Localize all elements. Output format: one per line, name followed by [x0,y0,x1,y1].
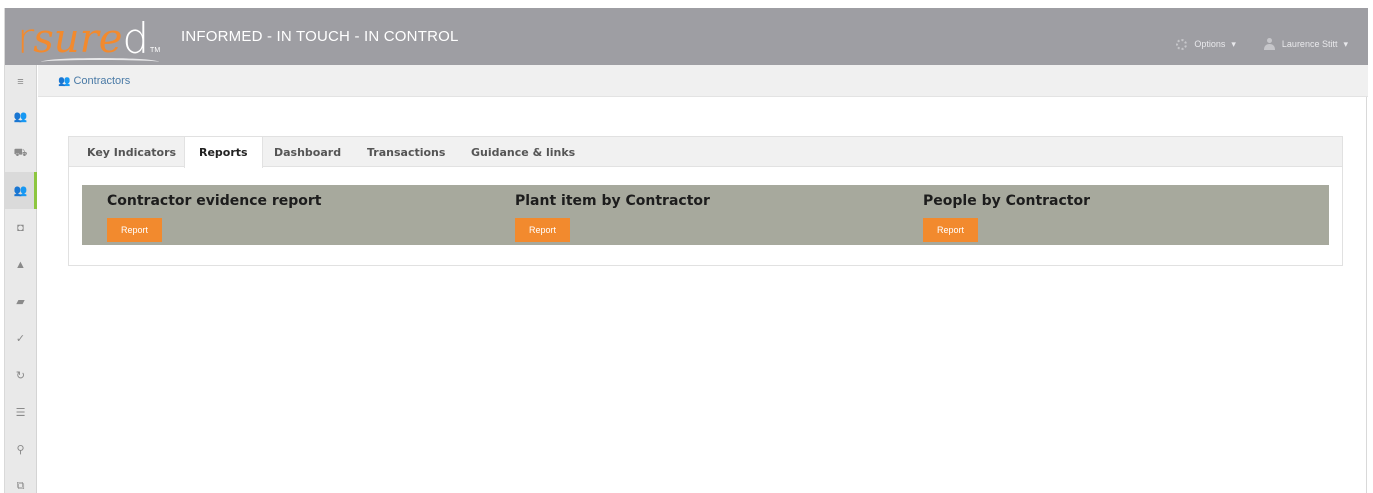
sidebar: ≡ 👥 ⛟ 👥 ◘ ▲ ▰ ✓ ↻ ☰ ⚲ ⧉ [5,65,37,493]
sidebar-item-vehicles[interactable]: ⛟ [5,135,36,172]
user-name: Laurence Stitt [1281,39,1338,49]
contractors-icon: 👥 [13,185,28,197]
vehicle-icon: ⛟ [13,146,28,159]
report-title: Contractor evidence report [107,193,322,209]
map-marker-icon: ⚲ [16,444,25,456]
sidebar-item-users[interactable]: 👥 [5,98,36,135]
app-frame: r sure d TM INFORMED - IN TOUCH - IN CONTRO… [4,8,1368,493]
options-menu[interactable]: Options ▾ [1174,38,1236,50]
breadcrumb-bar: 👥 Contractors [38,65,1368,97]
tab-key-indicators[interactable]: Key Indicators [73,137,190,167]
documents-icon: ⧉ [16,480,25,492]
sidebar-item-camera[interactable]: ◘ [5,209,36,246]
tab-strip: Key Indicators Reports Dashboard Transac… [69,137,1342,168]
sidebar-item-menu[interactable]: ≡ [5,65,36,98]
contractors-icon: 👥 [58,75,71,87]
tab-guidance-links[interactable]: Guidance & links [457,137,589,167]
warning-icon: ▲ [15,258,26,271]
user-menu[interactable]: Laurence Stitt ▾ [1262,38,1348,50]
tab-reports[interactable]: Reports [184,137,263,168]
camera-icon: ◘ [17,221,24,234]
plant-item-report-button[interactable]: Report [515,218,570,242]
chevron-down-icon: ▾ [1343,38,1348,49]
book-icon: ▰ [16,296,25,308]
logo-r: r [17,14,34,63]
users-icon: 👥 [13,111,28,123]
list-icon: ☰ [15,407,26,419]
contractor-evidence-report-button[interactable]: Report [107,218,162,242]
refresh-icon: ↻ [15,370,26,382]
reports-band: Contractor evidence report Report Plant … [82,185,1329,245]
sidebar-item-warnings[interactable]: ▲ [5,246,36,283]
sidebar-item-locations[interactable]: ⚲ [5,431,36,468]
logo-d: d [122,14,150,63]
breadcrumb[interactable]: 👥 Contractors [58,75,130,87]
tab-dashboard[interactable]: Dashboard [260,137,355,167]
sidebar-item-refresh[interactable]: ↻ [5,357,36,394]
rsured-logo[interactable]: r sure d TM [17,12,161,63]
user-icon [1262,38,1276,50]
tagline: INFORMED - IN TOUCH - IN CONTROL [181,28,459,45]
report-title: People by Contractor [923,193,1091,209]
options-label: Options [1194,39,1226,49]
sidebar-item-documents[interactable]: ⧉ [5,468,36,493]
logo-sure: sure [33,16,123,62]
report-title: Plant item by Contractor [515,193,710,209]
check-icon: ✓ [15,333,26,345]
sidebar-item-book[interactable]: ▰ [5,283,36,320]
people-report-button[interactable]: Report [923,218,978,242]
logo-trademark: TM [150,47,161,54]
top-nav: Options ▾ Laurence Stitt ▾ [1174,38,1348,50]
sidebar-item-contractors[interactable]: 👥 [5,172,37,209]
sidebar-item-list[interactable]: ☰ [5,394,36,431]
menu-icon: ≡ [17,75,24,88]
sidebar-item-checks[interactable]: ✓ [5,320,36,357]
top-header: r sure d TM INFORMED - IN TOUCH - IN CONTRO… [5,8,1368,65]
breadcrumb-label: Contractors [73,75,131,87]
contractors-panel: Key Indicators Reports Dashboard Transac… [68,136,1343,266]
chevron-down-icon: ▾ [1231,38,1236,49]
gear-icon [1174,38,1188,50]
tab-transactions[interactable]: Transactions [353,137,459,167]
